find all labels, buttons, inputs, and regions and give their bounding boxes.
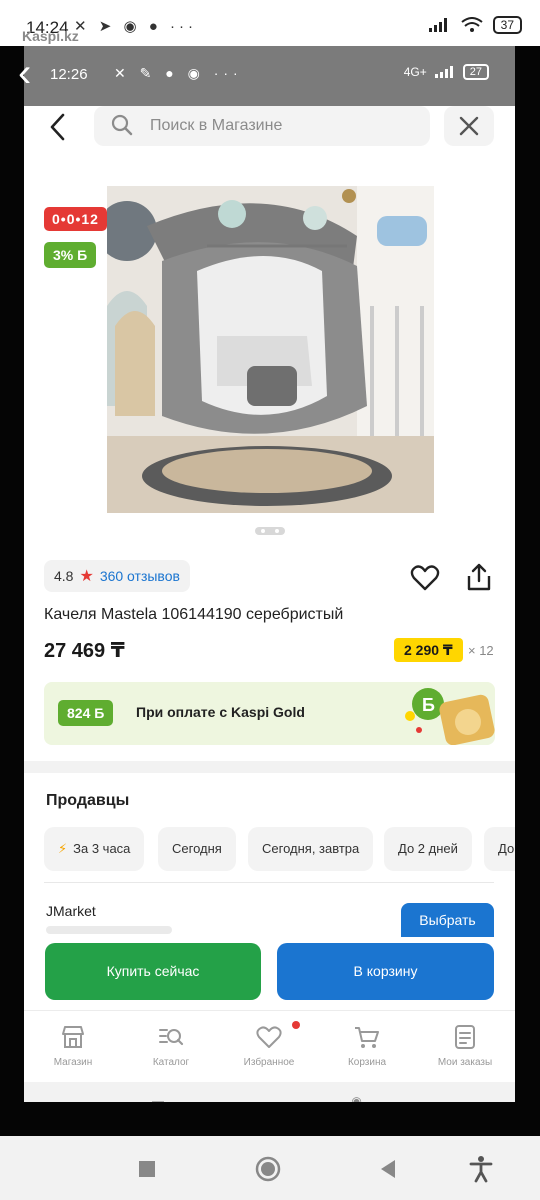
close-icon <box>459 116 479 136</box>
buy-now-button[interactable]: Купить сейчас <box>45 943 261 1000</box>
reviews-link[interactable]: 360 отзывов <box>100 568 180 584</box>
add-to-cart-button[interactable]: В корзину <box>277 943 494 1000</box>
outer-back-chevron-icon[interactable]: ‹ <box>18 53 48 94</box>
seller-rating-placeholder <box>46 926 172 934</box>
carousel-dot <box>275 529 279 533</box>
svg-text:Б: Б <box>422 695 435 715</box>
recent-apps-icon[interactable] <box>132 1154 162 1184</box>
back-button[interactable] <box>48 112 72 148</box>
nav-favorites[interactable]: Избранное <box>224 1023 314 1068</box>
wifi-icon <box>461 17 483 32</box>
inner-notification-icons: ✕ ✎ ● ◉ ··· <box>114 65 243 81</box>
search-input[interactable] <box>150 114 410 138</box>
cart-icon <box>355 1027 379 1048</box>
filter-chip-label: Сегодня, завтра <box>262 841 360 856</box>
inner-system-strip-icons: ▬ ◉ ◀ Kaspi.kz <box>152 1094 515 1102</box>
share-icon <box>467 563 491 591</box>
nav-label: Избранное <box>243 1057 295 1068</box>
outer-status-bar: 14:24 ✕ ➤ ◉ ● ··· Kaspi.kz 37 <box>0 0 540 46</box>
network-type: 4G+ <box>403 65 427 79</box>
baby-swing-illustration <box>107 186 434 513</box>
sellers-heading: Продавцы <box>46 792 130 809</box>
heart-icon <box>256 1026 282 1048</box>
seller-divider <box>44 882 494 883</box>
choose-seller-button[interactable]: Выбрать <box>401 903 494 937</box>
favorite-button[interactable] <box>410 563 440 593</box>
orders-list-icon <box>455 1025 475 1049</box>
carousel-dot <box>261 529 265 533</box>
kaspi-gold-banner[interactable]: 824 Б При оплате с Kaspi Gold Б <box>44 682 495 745</box>
back-triangle-icon[interactable] <box>373 1154 403 1184</box>
accessibility-icon[interactable] <box>466 1154 496 1184</box>
product-price: 27 469 ₸ <box>44 640 125 662</box>
screenshot-frame-left <box>0 46 24 1136</box>
discount-timer-badge: 0•0•12 <box>44 207 107 231</box>
lightning-icon: ⚡ <box>58 841 68 856</box>
outer-status-right: 37 <box>428 16 522 34</box>
watermark-logo: Kaspi.kz <box>22 28 79 44</box>
inner-battery: 27 <box>462 64 489 80</box>
outer-battery: 37 <box>492 16 522 34</box>
product-page: 0•0•12 3% Б 4.8 ★ 360 отзывов Качеля Mas… <box>24 106 515 1102</box>
product-image[interactable] <box>107 186 434 513</box>
screenshot-frame-bottom <box>0 1102 540 1136</box>
gold-bonus-badge: 824 Б <box>58 700 114 726</box>
shop-icon <box>62 1026 84 1048</box>
image-carousel-indicator[interactable] <box>255 527 285 535</box>
rating-value: 4.8 <box>54 568 74 584</box>
inner-status-bar: 12:26 ✕ ✎ ● ◉ ··· 4G+ 27 <box>24 46 515 106</box>
search-row <box>24 106 515 154</box>
nav-label: Корзина <box>347 1057 387 1068</box>
bottom-navigation: Магазин Каталог Избранное Корзина Мои за… <box>24 1010 515 1082</box>
filter-chip-more[interactable]: До <box>484 827 515 871</box>
nav-my-orders[interactable]: Мои заказы <box>420 1023 510 1068</box>
filter-chip-label: До 2 дней <box>398 841 458 856</box>
signal-icon <box>428 18 447 32</box>
bonus-percent-badge: 3% Б <box>44 242 97 268</box>
share-button[interactable] <box>464 562 494 592</box>
close-search-button[interactable] <box>444 106 494 146</box>
filter-chip-3-hours[interactable]: ⚡ За 3 часа <box>44 827 145 871</box>
nav-label: Магазин <box>53 1057 93 1068</box>
installment-price-badge[interactable]: 2 290 ₸ <box>394 638 463 662</box>
nav-shop[interactable]: Магазин <box>28 1023 118 1068</box>
nav-catalog[interactable]: Каталог <box>126 1023 216 1068</box>
filter-chip-label: За 3 часа <box>73 841 131 856</box>
seller-name[interactable]: JMarket <box>46 903 96 919</box>
screenshot-frame-right <box>515 46 540 1136</box>
star-icon: ★ <box>79 568 94 585</box>
system-navigation-bar <box>0 1136 540 1200</box>
inner-signal-icon <box>434 66 453 78</box>
installment-months: × 12 <box>468 643 494 658</box>
nav-cart[interactable]: Корзина <box>322 1023 412 1068</box>
filter-chip-2-days[interactable]: До 2 дней <box>384 827 472 871</box>
home-icon[interactable] <box>253 1154 283 1184</box>
notification-dot <box>292 1021 300 1029</box>
heart-icon <box>410 565 440 591</box>
gold-banner-text: При оплате с Kaspi Gold <box>136 704 305 720</box>
outer-notification-icons: ✕ ➤ ◉ ● ··· <box>74 18 197 35</box>
inner-status-time: 12:26 <box>50 66 88 83</box>
delivery-filter-row: ⚡ За 3 часа Сегодня Сегодня, завтра До 2 … <box>44 827 515 871</box>
rating-chip[interactable]: 4.8 ★ 360 отзывов <box>44 560 190 592</box>
nav-label: Каталог <box>152 1057 190 1068</box>
filter-chip-label: До <box>498 841 515 856</box>
inner-system-strip: ▬ ◉ ◀ Kaspi.kz <box>24 1082 515 1102</box>
catalog-search-icon <box>159 1029 184 1046</box>
bonus-coin-illustration-icon: Б <box>405 688 495 745</box>
filter-chip-label: Сегодня <box>172 841 222 856</box>
section-divider <box>24 761 515 773</box>
filter-chip-today-tomorrow[interactable]: Сегодня, завтра <box>248 827 374 871</box>
search-icon <box>111 114 133 136</box>
inner-status-right: 4G+ 27 <box>404 64 489 80</box>
back-chevron-icon <box>50 113 65 141</box>
filter-chip-today[interactable]: Сегодня <box>158 827 236 871</box>
nav-label: Мои заказы <box>437 1057 493 1068</box>
product-title: Качеля Mastela 106144190 серебристый <box>44 606 344 623</box>
search-bar[interactable] <box>94 106 430 146</box>
